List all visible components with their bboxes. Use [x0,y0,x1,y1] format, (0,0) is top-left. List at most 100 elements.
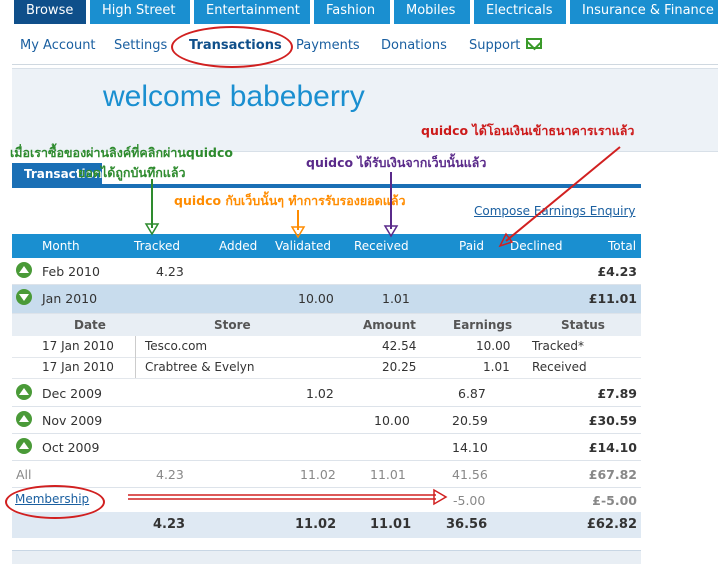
detail-date: 17 Jan 2010 [42,339,114,353]
annotation-tracked-line2: ยอดได้ถูกบันทึกแล้ว [78,165,186,180]
col-tracked: Tracked [134,239,180,253]
tab-entertainment[interactable]: Entertainment [194,0,310,24]
subnav-donations[interactable]: Donations [381,38,447,53]
detail-store: Tesco.com [145,339,208,353]
detail-status: Received [532,360,587,374]
row-month: Jan 2010 [42,291,98,306]
total-tracked: 4.23 [153,517,186,532]
membership-row: -5.00 £-5.00 [12,487,641,514]
detail-col-status: Status [561,318,605,332]
table-row: Oct 2009 14.10 £14.10 [12,434,641,461]
table-row: Dec 2009 1.02 6.87 £7.89 [12,380,641,407]
detail-col-earnings: Earnings [453,318,513,332]
all-validated: 11.02 [300,467,336,482]
all-total-row: All 4.23 11.02 11.01 41.56 £67.82 [12,461,641,488]
column-divider [135,336,136,357]
annotation-paid: quidco ได้โอนเงินเข้าธนาคารเราแล้ว [421,123,635,138]
divider [12,64,718,65]
subnav-settings[interactable]: Settings [114,38,167,53]
row-total: £30.59 [588,413,637,428]
all-paid: 41.56 [452,467,488,482]
detail-col-amount: Amount [363,318,416,332]
detail-amount: 42.54 [382,339,417,353]
table-row: Nov 2009 10.00 20.59 £30.59 [12,407,641,434]
col-month: Month [42,239,80,253]
email-icon[interactable] [526,38,542,49]
table-row-selected: Jan 2010 10.00 1.01 £11.01 [12,285,641,314]
subnav-payments[interactable]: Payments [296,38,360,53]
row-validated: 1.02 [306,386,334,401]
total-received: 11.01 [370,517,412,532]
detail-earnings: 1.01 [483,360,510,374]
row-received: 10.00 [374,413,410,428]
compose-earnings-enquiry-link[interactable]: Compose Earnings Enquiry [474,204,635,218]
col-declined: Declined [510,239,563,253]
highlight-ellipse-membership [5,485,105,519]
subnav-support[interactable]: Support [469,38,520,53]
welcome-heading: welcome babeberry [103,80,365,113]
detail-table-header: Date Store Amount Earnings Status [12,314,641,336]
all-received: 11.01 [370,467,406,482]
row-received: 1.01 [382,291,410,306]
expand-icon[interactable] [16,384,32,400]
annotation-received: quidco ได้รับเงินจากเว็บนั้นแล้ว [306,155,487,170]
row-month: Feb 2010 [42,264,100,279]
tab-electricals[interactable]: Electricals [474,0,566,24]
tab-insurance-finance[interactable]: Insurance & Finance [570,0,718,24]
transactions-table-header: Month Tracked Added Validated Received P… [12,234,641,258]
detail-amount: 20.25 [382,360,417,374]
row-paid: 20.59 [452,413,488,428]
section-tab-underline [12,184,641,188]
tab-high-street[interactable]: High Street [90,0,190,24]
row-month: Oct 2009 [42,440,100,455]
row-validated: 10.00 [298,291,334,306]
grand-total: £62.82 [586,517,637,532]
row-total: £11.01 [588,291,637,306]
detail-earnings: 10.00 [476,339,511,353]
col-paid: Paid [459,239,485,253]
tab-browse[interactable]: Browse [14,0,86,24]
all-total: £67.82 [588,467,637,482]
annotation-validated: quidco กับเว็บนั้นๆ ทำการรับรองยอดแล้ว [174,193,406,208]
detail-row: 17 Jan 2010 Tesco.com 42.54 10.00 Tracke… [12,336,641,358]
annotation-tracked-line1: เมื่อเราซื้อของผ่านลิงค์ที่คลิกผ่านquidc… [10,145,233,160]
tab-mobiles[interactable]: Mobiles [394,0,470,24]
expand-icon[interactable] [16,438,32,454]
col-total: Total [608,239,637,253]
column-divider [135,357,136,378]
tab-fashion[interactable]: Fashion [314,0,390,24]
col-added: Added [219,239,258,253]
all-label: All [16,467,32,482]
row-month: Dec 2009 [42,386,102,401]
subnav-my-account[interactable]: My Account [20,38,96,53]
grand-total-row: 4.23 11.02 11.01 36.56 £62.82 [12,512,641,538]
row-month: Nov 2009 [42,413,103,428]
row-total: £7.89 [597,386,637,401]
row-tracked: 4.23 [156,264,184,279]
highlight-ellipse-transactions [171,26,293,68]
total-validated: 11.02 [295,517,337,532]
expand-icon[interactable] [16,262,32,278]
col-received: Received [354,239,409,253]
expand-icon[interactable] [16,411,32,427]
detail-row: 17 Jan 2010 Crabtree & Evelyn 20.25 1.01… [12,357,641,379]
bottom-panel [12,550,641,564]
arrow-tracked-head [144,223,160,236]
row-total: £14.10 [588,440,637,455]
detail-store: Crabtree & Evelyn [145,360,255,374]
detail-date: 17 Jan 2010 [42,360,114,374]
table-row: Feb 2010 4.23 £4.23 [12,258,641,285]
detail-col-store: Store [214,318,251,332]
arrow-paid [505,146,621,242]
row-paid: 14.10 [452,440,488,455]
detail-col-date: Date [74,318,106,332]
membership-total: £-5.00 [592,493,637,508]
account-subnav: My Account Settings Transactions Payment… [0,28,718,62]
top-navigation: Browse High Street Entertainment Fashion… [0,0,718,24]
collapse-icon[interactable] [16,289,32,305]
col-validated: Validated [275,239,331,253]
row-total: £4.23 [597,264,637,279]
membership-paid: -5.00 [453,493,486,508]
row-paid: 6.87 [458,386,486,401]
total-paid: 36.56 [446,517,488,532]
